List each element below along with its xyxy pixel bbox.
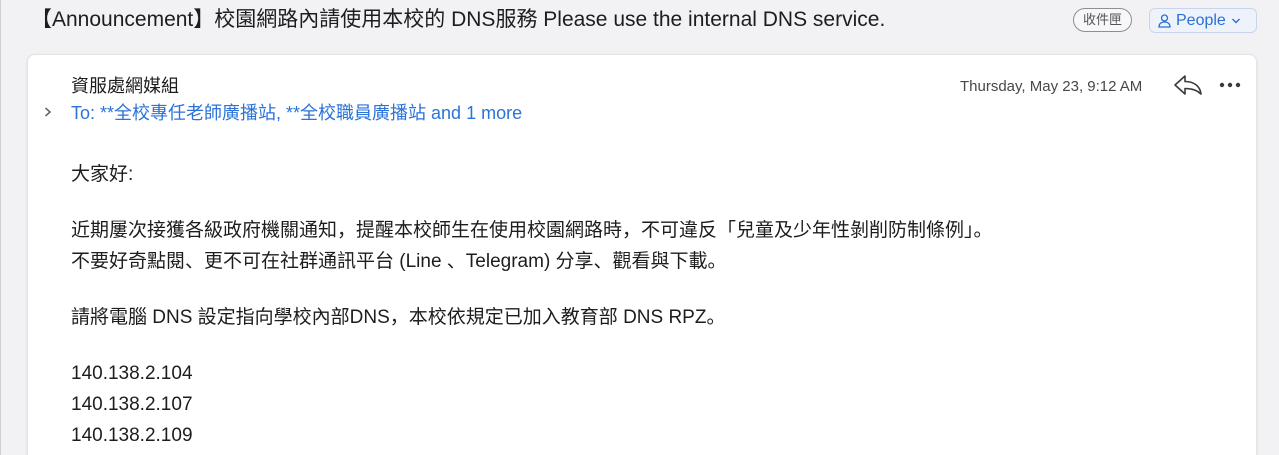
person-icon: [1158, 13, 1171, 28]
dns-server-address: 140.138.2.104: [71, 363, 193, 384]
people-button[interactable]: People: [1149, 8, 1257, 33]
people-button-label: People: [1176, 12, 1226, 29]
body-paragraph-1-line-2: 不要好奇點閱、更不可在社群通訊平台 (Line 、Telegram) 分享、觀看…: [71, 251, 727, 272]
dns-server-address: 140.138.2.109: [71, 425, 193, 446]
mail-window: 【Announcement】校園網路內請使用本校的 DNS服務 Please u…: [0, 0, 1279, 455]
more-icon[interactable]: [1219, 81, 1241, 89]
message-body: 大家好: 近期屢次接獲各級政府機關通知，提醒本校師生在使用校園網路時，不可違反「…: [71, 159, 1221, 451]
recipients-link[interactable]: To: **全校專任老師廣播站, **全校職員廣播站 and 1 more: [71, 102, 522, 124]
dns-server-address: 140.138.2.107: [71, 394, 193, 415]
body-paragraph-1-line-1: 近期屢次接獲各級政府機關通知，提醒本校師生在使用校園網路時，不可違反「兒童及少年…: [71, 220, 993, 241]
body-greeting: 大家好:: [71, 164, 134, 185]
folder-badge[interactable]: 收件匣: [1073, 8, 1133, 32]
sender-name: 資服處網媒組: [71, 76, 179, 96]
reply-icon[interactable]: [1173, 73, 1203, 97]
chevron-down-icon: [1231, 18, 1240, 23]
body-paragraph-2: 請將電腦 DNS 設定指向學校內部DNS，本校依規定已加入教育部 DNS RPZ…: [71, 307, 726, 328]
message-card: 資服處網媒組 To: **全校專任老師廣播站, **全校職員廣播站 and 1 …: [27, 54, 1257, 455]
chevron-right-icon[interactable]: [42, 104, 54, 120]
message-date: Thursday, May 23, 9:12 AM: [960, 78, 1143, 95]
subject-bar: 【Announcement】校園網路內請使用本校的 DNS服務 Please u…: [1, 0, 1279, 42]
message-subject: 【Announcement】校園網路內請使用本校的 DNS服務 Please u…: [31, 8, 886, 31]
